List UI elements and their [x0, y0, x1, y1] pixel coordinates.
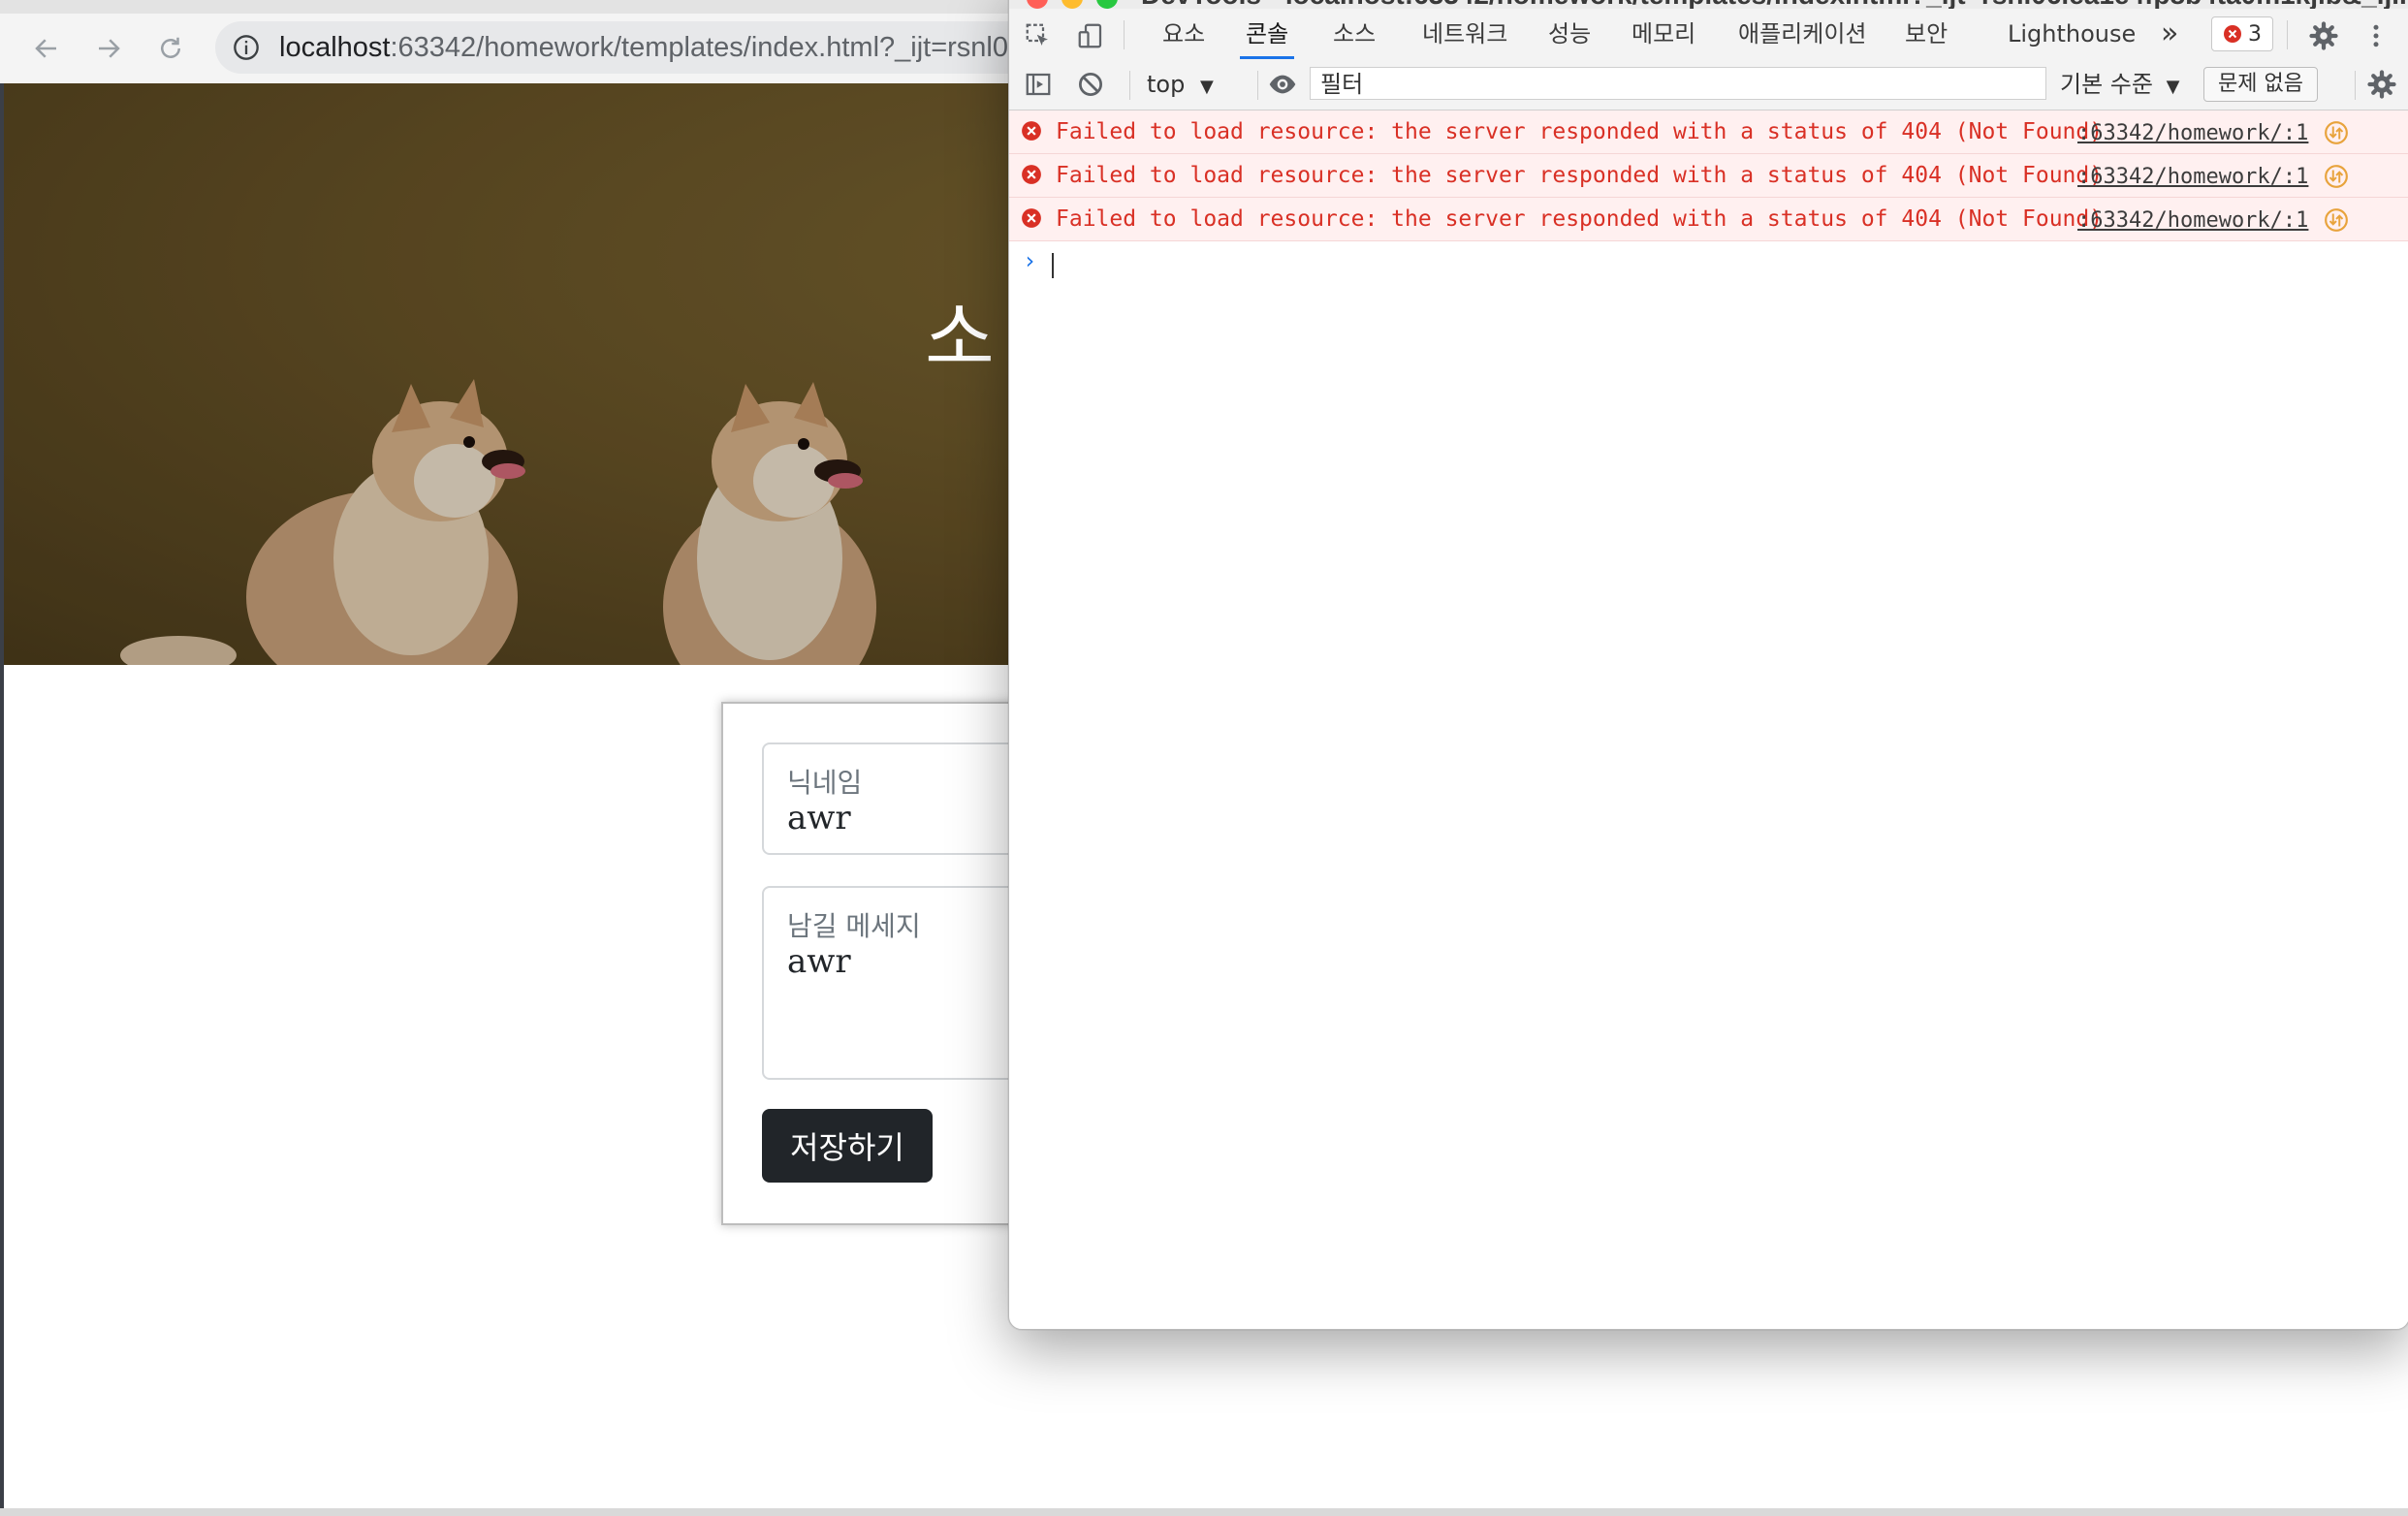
log-level-value: 기본 수준	[2060, 71, 2153, 98]
devtools-menu-button[interactable]	[2359, 18, 2393, 53]
error-icon	[1022, 208, 1041, 228]
nickname-value: awr	[787, 799, 851, 837]
inspect-cursor-icon	[1026, 23, 1048, 46]
devtools-tabbar: 요소 콘솔 소스 네트워크 성능 메모리 애플리케이션 보안 Lighthous…	[1009, 9, 2408, 60]
close-window-button[interactable]	[1027, 0, 1048, 9]
console-toolbar: top ▼ 필터 기본 수준 ▼ 문제 없음	[1009, 59, 2408, 111]
console-error-row: Failed to load resource: the server resp…	[1009, 111, 2408, 154]
block-icon	[1079, 73, 1102, 96]
network-request-icon[interactable]	[2324, 164, 2349, 189]
url-host: localhost	[279, 32, 391, 63]
error-count: 3	[2248, 21, 2262, 47]
issues-button[interactable]: 문제 없음	[2203, 67, 2318, 102]
console-source-link[interactable]: :63342/homework/:1	[2077, 198, 2308, 244]
console-prompt[interactable]: ›	[1009, 241, 2408, 284]
console-error-text: Failed to load resource: the server resp…	[1056, 163, 2104, 188]
devtools-window: DevTools - localhost:63342/homework/temp…	[1008, 0, 2408, 1330]
tab-sources[interactable]: 소스	[1333, 9, 1376, 59]
chevron-down-icon: ▼	[2166, 77, 2180, 97]
tab-memory[interactable]: 메모리	[1632, 9, 1695, 59]
tab-lighthouse[interactable]: Lighthouse	[2008, 9, 2136, 59]
filter-input[interactable]: 필터	[1310, 67, 2046, 100]
window-bottom-edge	[0, 1508, 2408, 1516]
console-source-link[interactable]: :63342/homework/:1	[2077, 154, 2308, 201]
tab-network[interactable]: 네트워크	[1422, 9, 1507, 59]
console-settings-button[interactable]	[2364, 67, 2399, 102]
reload-icon	[161, 37, 180, 58]
tab-security[interactable]: 보안	[1905, 9, 1948, 59]
clear-console-button[interactable]	[1073, 67, 1108, 102]
zoom-window-button[interactable]	[1096, 0, 1118, 9]
toolbar-separator	[1257, 71, 1258, 100]
tab-application[interactable]: 애플리케이션	[1738, 9, 1866, 59]
arrow-left-icon	[35, 39, 56, 58]
more-tabs-button[interactable]: »	[2161, 9, 2178, 59]
error-icon	[2224, 25, 2241, 43]
text-caret	[1052, 253, 1054, 278]
gear-icon	[2309, 21, 2338, 50]
nickname-label: 닉네임	[787, 767, 863, 799]
error-icon	[1022, 165, 1041, 184]
tab-elements[interactable]: 요소	[1162, 9, 1205, 59]
gear-icon	[2367, 70, 2396, 99]
inspect-element-button[interactable]	[1021, 18, 1056, 53]
save-button[interactable]: 저장하기	[762, 1109, 933, 1183]
sidebar-icon	[1026, 73, 1051, 96]
context-select[interactable]: top ▼	[1147, 59, 1214, 110]
toolbar-separator	[2355, 71, 2356, 100]
tab-performance[interactable]: 성능	[1548, 9, 1591, 59]
console-error-row: Failed to load resource: the server resp…	[1009, 154, 2408, 198]
devtools-settings-button[interactable]	[2306, 18, 2341, 53]
devtools-titlebar: DevTools - localhost:63342/homework/temp…	[1009, 0, 2408, 10]
tabbar-separator	[1124, 20, 1125, 49]
live-expression-button[interactable]	[1265, 67, 1300, 102]
window-left-edge	[0, 83, 4, 1516]
more-vert-icon	[2373, 24, 2379, 47]
console-error-text: Failed to load resource: the server resp…	[1056, 119, 2104, 144]
minimize-window-button[interactable]	[1061, 0, 1083, 9]
arrow-right-icon	[99, 39, 120, 58]
toolbar-separator	[1129, 71, 1130, 100]
device-icon	[1078, 23, 1102, 48]
back-button[interactable]	[25, 27, 68, 70]
eye-icon	[1269, 75, 1296, 94]
console-error-text: Failed to load resource: the server resp…	[1056, 206, 2104, 232]
console-output: Failed to load resource: the server resp…	[1009, 111, 2408, 284]
prompt-chevron-icon: ›	[1023, 247, 1037, 274]
console-error-row: Failed to load resource: the server resp…	[1009, 198, 2408, 241]
reload-button[interactable]	[149, 27, 192, 70]
tabbar-separator	[2287, 20, 2288, 49]
chevron-down-icon: ▼	[1199, 77, 1214, 97]
forward-button[interactable]	[87, 27, 130, 70]
message-value: awr	[787, 942, 851, 981]
device-toggle-button[interactable]	[1073, 18, 1108, 53]
error-count-badge[interactable]: 3	[2211, 16, 2273, 51]
log-level-select[interactable]: 기본 수준 ▼	[2060, 59, 2179, 110]
error-icon	[1022, 121, 1041, 141]
message-label: 남길 메세지	[787, 910, 921, 942]
network-request-icon[interactable]	[2324, 207, 2349, 233]
network-request-icon[interactable]	[2324, 120, 2349, 145]
tab-console[interactable]: 콘솔	[1239, 9, 1295, 59]
hero-title: 소	[925, 295, 997, 382]
sidebar-toggle-button[interactable]	[1021, 67, 1056, 102]
info-icon[interactable]	[233, 34, 260, 61]
console-source-link[interactable]: :63342/homework/:1	[2077, 111, 2308, 157]
context-value: top	[1147, 71, 1186, 98]
